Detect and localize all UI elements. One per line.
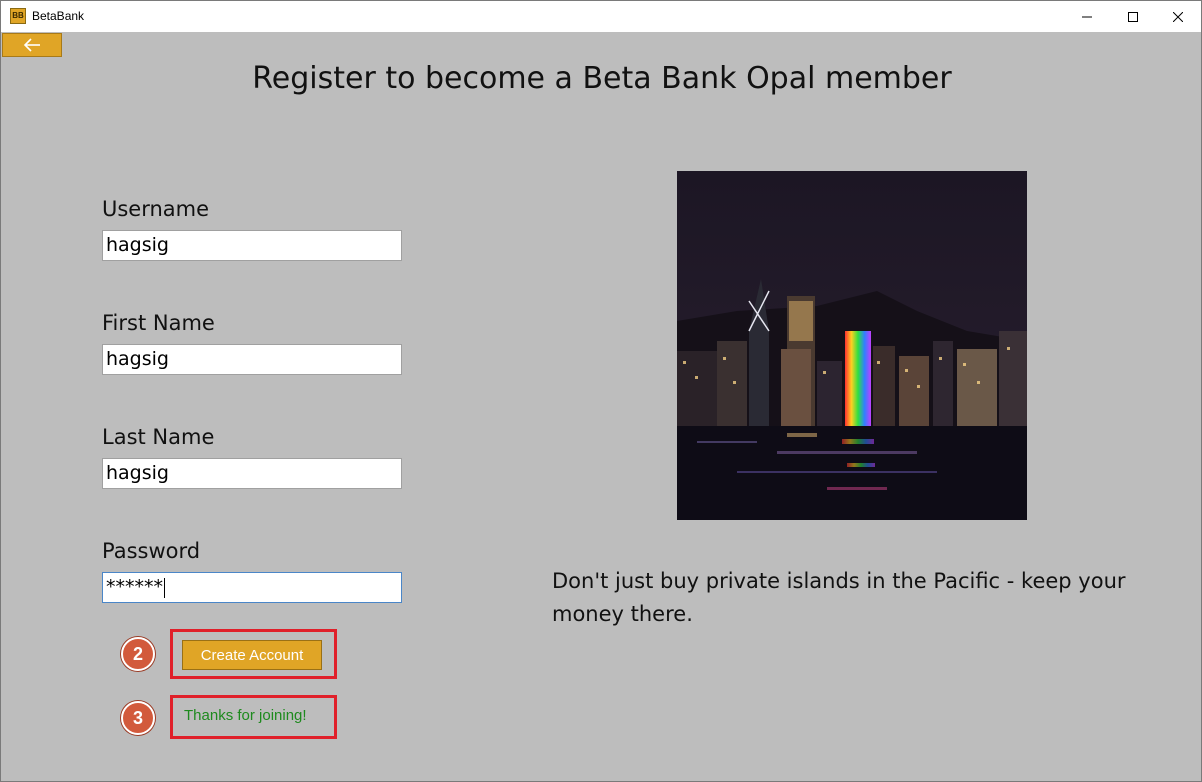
text-caret [164,577,165,598]
maximize-button[interactable] [1110,1,1156,32]
minimize-icon [1082,16,1092,17]
password-input[interactable]: ****** [102,572,402,603]
arrow-left-icon [23,38,40,52]
maximize-icon [1128,11,1138,22]
window-title: BetaBank [32,9,85,23]
step-badge-3: 3 [121,701,155,735]
close-button[interactable] [1155,1,1201,32]
password-label: Password [102,539,201,563]
minimize-button[interactable] [1064,1,1110,32]
back-button[interactable] [2,33,62,57]
last-name-input[interactable]: hagsig [102,458,402,489]
first-name-label: First Name [102,311,215,335]
first-name-input[interactable]: hagsig [102,344,402,375]
create-account-button[interactable]: Create Account [182,640,322,670]
password-value: ****** [106,576,163,598]
status-message: Thanks for joining! [184,707,307,724]
step-badge-2: 2 [121,637,155,671]
title-bar[interactable]: BB BetaBank [1,1,1201,32]
promo-tagline: Don't just buy private islands in the Pa… [552,569,1126,626]
close-icon [1173,11,1183,22]
username-input[interactable]: hagsig [102,230,402,261]
last-name-label: Last Name [102,425,215,449]
page-title: Register to become a Beta Bank Opal memb… [252,61,952,96]
city-night-skyline-photo [677,171,1027,520]
username-label: Username [102,197,210,221]
app-window: BB BetaBank Register to become a Beta Ba… [0,0,1202,782]
betabank-app-icon: BB [10,8,26,24]
